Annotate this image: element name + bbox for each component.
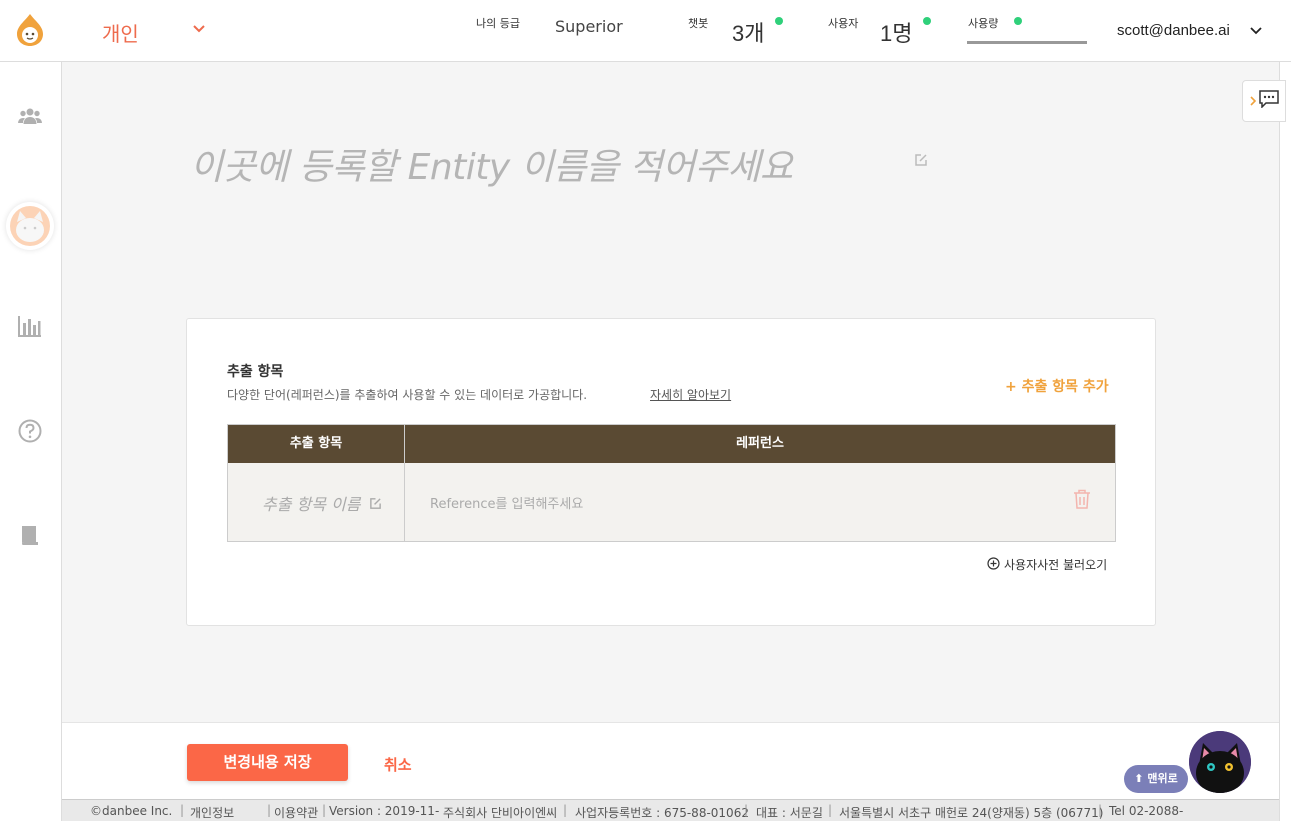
load-user-dictionary-label: 사용자사전 불러오기: [1004, 558, 1108, 572]
footer: ©danbee Inc. | 개인정보 | 이용약관 | Version : 2…: [62, 799, 1279, 821]
chat-bubble-icon: [1259, 90, 1279, 112]
top-header: 개인 나의 등급 Superior 챗봇 3개 사용자 1명 사용량 scott…: [0, 0, 1291, 62]
footer-separator: |: [828, 803, 833, 817]
extraction-name-input[interactable]: 추출 항목 이름: [262, 491, 362, 515]
chatbot-status-dot: [775, 17, 783, 25]
footer-terms-link[interactable]: 이용약관: [274, 804, 318, 821]
users-status-dot: [923, 17, 931, 25]
edit-icon[interactable]: [369, 495, 382, 514]
reference-input[interactable]: Reference를 입력해주세요: [430, 493, 583, 512]
footer-business-number: 사업자등록번호 : 675-88-01062: [575, 806, 749, 820]
footer-copyright: ©danbee Inc.: [90, 804, 173, 818]
cat-chatbot-icon[interactable]: [1189, 731, 1251, 793]
cat-avatar-icon[interactable]: [6, 202, 54, 250]
add-extraction-item-button[interactable]: + 추출 항목 추가: [1005, 376, 1109, 396]
danbee-logo-icon[interactable]: [15, 13, 45, 47]
entity-name-input[interactable]: 이곳에 등록할 Entity 이름을 적어주세요: [190, 138, 793, 190]
grade-label: 나의 등급: [476, 17, 520, 30]
chatbot-label: 챗봇: [688, 17, 709, 30]
load-user-dictionary-button[interactable]: 사용자사전 불러오기: [987, 556, 1107, 573]
sidebar: [0, 62, 62, 821]
bottom-action-bar: 변경내용 저장 취소: [62, 722, 1279, 799]
extraction-card: 추출 항목 다양한 단어(레퍼런스)를 추출하여 사용할 수 있는 데이터로 가…: [186, 318, 1156, 626]
footer-company: 주식회사 단비아이엔씨: [443, 806, 558, 820]
card-title: 추출 항목: [227, 364, 284, 380]
usage-label: 사용량: [968, 17, 999, 30]
footer-ceo: 대표 : 서문길: [756, 806, 823, 820]
help-icon[interactable]: [18, 419, 42, 443]
right-rail: [1279, 62, 1291, 821]
footer-version: Version : 2019-11-: [329, 804, 440, 818]
column-header-name: 추출 항목: [289, 436, 343, 451]
chatbot-count: 3개: [732, 21, 765, 46]
users-count: 1명: [880, 21, 913, 46]
book-icon[interactable]: [18, 523, 42, 547]
usage-bar: [967, 41, 1087, 44]
account-email[interactable]: scott@danbee.ai: [1117, 22, 1230, 39]
trash-icon[interactable]: [1073, 489, 1091, 513]
users-label: 사용자: [828, 17, 859, 30]
table-header: 추출 항목 레퍼런스: [228, 425, 1115, 463]
footer-separator: |: [322, 803, 327, 817]
footer-separator: |: [563, 803, 568, 817]
users-icon[interactable]: [18, 104, 42, 128]
footer-separator: |: [1098, 803, 1103, 817]
card-description: 다양한 단어(레퍼런스)를 추출하여 사용할 수 있는 데이터로 가공합니다.: [227, 388, 588, 402]
footer-tel: Tel 02-2088-: [1109, 804, 1184, 818]
edit-icon[interactable]: [914, 152, 928, 171]
chevron-right-icon: [1249, 92, 1257, 111]
learn-more-link[interactable]: 자세히 알아보기: [650, 386, 731, 403]
table-row: 추출 항목 이름 Reference를 입력해주세요: [228, 463, 1115, 541]
extraction-table: 추출 항목 레퍼런스 추출 항목 이름 Reference를 입력해주세요: [227, 424, 1116, 542]
workspace-chevron-down-icon[interactable]: [192, 22, 206, 38]
usage-status-dot: [1014, 17, 1022, 25]
cancel-button[interactable]: 취소: [384, 754, 412, 775]
column-divider: [404, 425, 405, 541]
save-changes-button[interactable]: 변경내용 저장: [187, 744, 348, 781]
grade-value: Superior: [555, 17, 623, 36]
chat-panel-toggle[interactable]: [1242, 80, 1286, 122]
scroll-to-top-button[interactable]: ⬆ 맨위로: [1124, 765, 1188, 793]
footer-separator: |: [744, 803, 749, 817]
footer-address: 서울특별시 서초구 매헌로 24(양재동) 5층 (06771): [839, 806, 1104, 820]
column-header-reference: 레퍼런스: [736, 436, 784, 451]
plus-circle-icon: [987, 556, 1000, 573]
footer-privacy-link[interactable]: 개인정보: [190, 804, 234, 821]
footer-separator: |: [267, 803, 272, 817]
bar-chart-icon[interactable]: [18, 314, 42, 338]
workspace-name[interactable]: 개인: [102, 18, 139, 47]
footer-separator: |: [180, 803, 185, 817]
account-chevron-down-icon[interactable]: [1250, 24, 1262, 38]
